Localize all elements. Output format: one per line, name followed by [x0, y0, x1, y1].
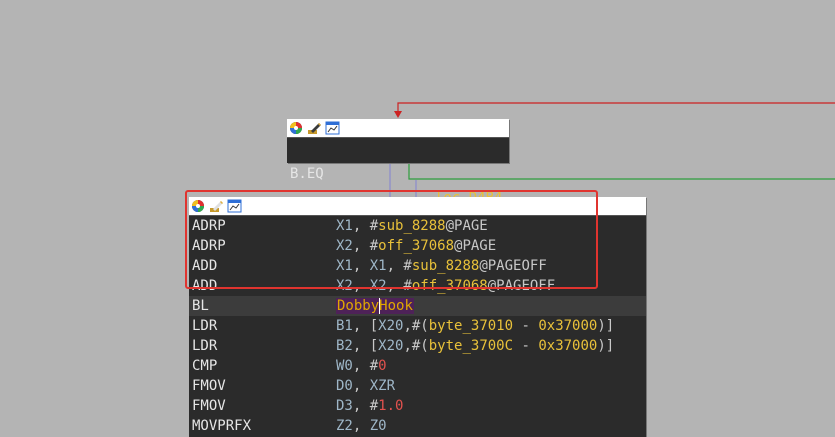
instruction-row[interactable]: ADD X2, X2, #off_37068@PAGEOFF — [189, 276, 646, 296]
operand-text: , # — [386, 258, 412, 274]
register: D0 — [336, 378, 353, 394]
operand-text: @PAGEOFF — [479, 258, 547, 274]
operands: B1, [X20,#(byte_37010 - 0x37000)] — [336, 316, 614, 336]
register: X1 — [369, 258, 387, 274]
operand-text: , [ — [352, 318, 379, 334]
operand-text: @PAGE — [454, 238, 497, 254]
instruction-row[interactable]: MOVPRFX Z2, Z0 — [189, 416, 646, 436]
symbol[interactable]: byte_37010 — [429, 318, 513, 334]
operand-text: , — [352, 278, 370, 294]
instruction-row[interactable]: FMOV D3, #1.0 — [189, 396, 646, 416]
block-header — [287, 119, 509, 138]
graph-overview-icon[interactable] — [325, 121, 340, 135]
operand-text: ,#( — [403, 318, 429, 334]
mnemonic: LDR — [192, 338, 218, 354]
register: XZR — [369, 378, 396, 394]
symbol[interactable]: sub_8288 — [412, 258, 479, 274]
operand-text: , # — [352, 358, 379, 374]
operands: D3, #1.0 — [336, 396, 403, 416]
mnemonic: LDR — [192, 318, 218, 334]
color-palette-icon[interactable] — [289, 121, 304, 135]
operand-text: , # — [386, 278, 412, 294]
register: X20 — [378, 318, 404, 334]
operand-text: , # — [352, 238, 379, 254]
operand-text: , [ — [352, 338, 379, 354]
immediate: 1.0 — [378, 398, 404, 414]
instruction-row[interactable]: ADRP X2, #off_37068@PAGE — [189, 236, 646, 256]
register: B1 — [336, 318, 353, 334]
edge-arrow-red — [394, 111, 402, 118]
operand-text: , # — [352, 218, 379, 234]
mnemonic: FMOV — [192, 378, 226, 394]
instruction-row[interactable]: ADD X1, X1, #sub_8288@PAGEOFF — [189, 256, 646, 276]
register: X20 — [378, 338, 404, 354]
mnemonic: CMP — [192, 358, 218, 374]
operand-text: @PAGE — [445, 218, 488, 234]
register: X1 — [336, 258, 353, 274]
operand-text: ,#( — [403, 338, 429, 354]
symbol[interactable]: off_37068 — [412, 278, 488, 294]
instruction-row[interactable]: BL DobbyHook — [189, 296, 646, 316]
mnemonic: B.EQ — [290, 166, 324, 182]
operand-text: , — [352, 378, 370, 394]
color-palette-icon[interactable] — [191, 199, 206, 213]
operand-text: )] — [597, 318, 615, 334]
mnemonic: ADD — [192, 258, 218, 274]
mnemonic: ADD — [192, 278, 218, 294]
register: X2 — [336, 278, 353, 294]
instruction-list: ADRP X1, #sub_8288@PAGE ADRP X2, #off_37068… — [189, 216, 646, 436]
register: X2 — [336, 238, 353, 254]
instruction-row[interactable]: FMOV D0, XZR — [189, 376, 646, 396]
operand-text: , — [352, 258, 370, 274]
mnemonic: ADRP — [192, 238, 226, 254]
call-target[interactable]: DobbyHook — [336, 298, 414, 314]
block-header — [189, 197, 646, 216]
instruction-row[interactable]: LDR B1, [X20,#(byte_37010 - 0x37000)] — [189, 316, 646, 336]
symbol[interactable]: sub_8288 — [378, 218, 445, 234]
symbol[interactable]: off_37068 — [378, 238, 454, 254]
edge-branch-not-taken — [408, 163, 835, 180]
instruction-row[interactable]: ADRP X1, #sub_8288@PAGE — [189, 216, 646, 236]
operand-text: , # — [352, 398, 379, 414]
operands: W0, #0 — [336, 356, 387, 376]
operands: DobbyHook — [336, 296, 414, 316]
mnemonic: MOVPRFX — [192, 418, 252, 434]
basic-block-main[interactable]: ADRP X1, #sub_8288@PAGE ADRP X2, #off_37068… — [189, 197, 646, 437]
operands: X1, X1, #sub_8288@PAGEOFF — [336, 256, 547, 276]
register: W0 — [336, 358, 353, 374]
graph-overview-icon[interactable] — [227, 199, 242, 213]
register: B2 — [336, 338, 353, 354]
register: X1 — [336, 218, 353, 234]
operands: Z2, Z0 — [336, 416, 387, 436]
symbol[interactable]: 0x37000 — [538, 318, 597, 334]
immediate: 0 — [378, 358, 387, 374]
operands: X2, X2, #off_37068@PAGEOFF — [336, 276, 555, 296]
register: D3 — [336, 398, 353, 414]
operand-text: )] — [597, 338, 615, 354]
register: Z2 — [336, 418, 353, 434]
text-cursor — [379, 298, 381, 314]
mnemonic: ADRP — [192, 218, 226, 234]
register: Z0 — [369, 418, 387, 434]
mnemonic: FMOV — [192, 398, 226, 414]
mnemonic: BL — [192, 298, 209, 314]
edit-title-icon[interactable] — [209, 199, 224, 213]
operands: D0, XZR — [336, 376, 395, 396]
symbol[interactable]: byte_3700C — [429, 338, 513, 354]
register: X2 — [369, 278, 387, 294]
operand-text: - — [513, 318, 539, 334]
operand-text: @PAGEOFF — [487, 278, 556, 294]
edge-branch-taken — [397, 102, 835, 116]
operand-text: - — [513, 338, 539, 354]
symbol[interactable]: 0x37000 — [538, 338, 597, 354]
instruction-row[interactable]: LDR B2, [X20,#(byte_3700C - 0x37000)] — [189, 336, 646, 356]
edit-title-icon[interactable] — [307, 121, 322, 135]
operands: X2, #off_37068@PAGE — [336, 236, 496, 256]
instruction-row[interactable]: CMP W0, #0 — [189, 356, 646, 376]
basic-block-branch[interactable]: B.EQ loc_D4B4 — [287, 119, 509, 206]
instruction-row[interactable]: B.EQ loc_D4B4 — [287, 138, 509, 206]
operand-text: , — [352, 418, 370, 434]
operands: X1, #sub_8288@PAGE — [336, 216, 488, 236]
operands: B2, [X20,#(byte_3700C - 0x37000)] — [336, 336, 614, 356]
